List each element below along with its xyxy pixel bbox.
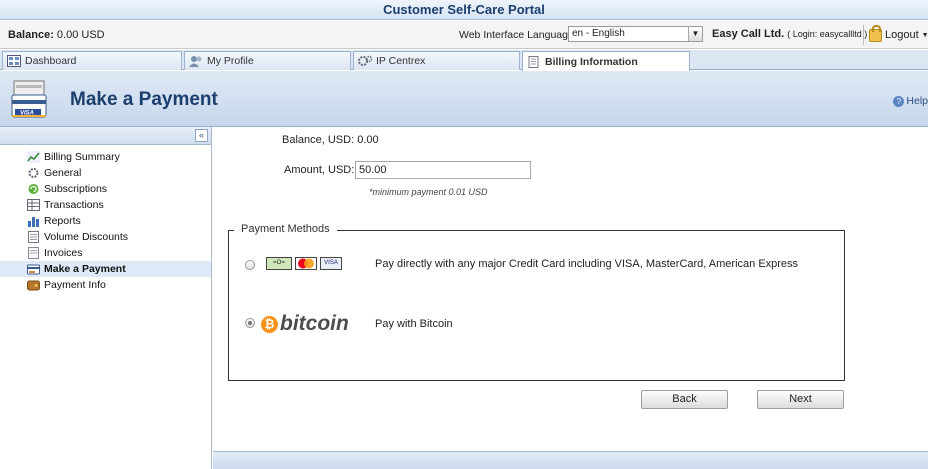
logout-button[interactable]: Logout ▼ — [869, 24, 928, 44]
next-button[interactable]: Next — [757, 390, 844, 409]
footer-bar — [213, 451, 928, 469]
generic-card-icon: =O= — [266, 257, 292, 270]
wallet-icon — [27, 280, 40, 291]
payment-form: Balance, USD: 0.00 Amount, USD: 50.00 *m… — [213, 127, 928, 469]
app-title: Customer Self-Care Portal — [0, 0, 928, 20]
collapse-sidebar-icon[interactable]: « — [195, 129, 208, 142]
page-title: Make a Payment — [70, 89, 218, 110]
sidebar-item-billing-summary[interactable]: Billing Summary — [0, 149, 211, 165]
language-value: en - English — [572, 28, 625, 39]
sidebar-toolbar: « — [0, 127, 211, 145]
sidebar-item-make-a-payment[interactable]: Make a Payment — [0, 261, 211, 277]
sidebar-menu: Billing Summary General Subscriptions Tr… — [0, 149, 211, 293]
user-icon — [189, 56, 202, 67]
tab-label: IP Centrex — [376, 55, 426, 67]
balance-value: 0.00 USD — [56, 29, 105, 41]
payment-methods-legend: Payment Methods — [234, 223, 337, 235]
table-icon — [27, 199, 40, 211]
credit-card-description: Pay directly with any major Credit Card … — [375, 258, 799, 270]
help-icon: ? — [893, 95, 905, 107]
help-link[interactable]: ? Help — [893, 95, 928, 107]
credit-card-icon — [27, 264, 40, 275]
sidebar-item-general[interactable]: General — [0, 165, 211, 181]
refresh-icon — [28, 184, 39, 194]
logout-label: Logout — [885, 29, 919, 41]
page-header: VISA Make a Payment ? Help — [0, 71, 928, 127]
tab-dashboard[interactable]: Dashboard — [2, 51, 182, 70]
sidebar-item-payment-info[interactable]: Payment Info — [0, 277, 211, 293]
chevron-down-icon[interactable]: ▼ — [688, 27, 702, 41]
sidebar-item-transactions[interactable]: Transactions — [0, 197, 211, 213]
bitcoin-wordmark: bitcoin — [280, 312, 349, 335]
document-icon — [528, 55, 539, 68]
help-label: Help — [906, 95, 928, 107]
company-info: Easy Call Ltd. ( Login: easycallltd ) — [712, 28, 867, 40]
chart-icon — [27, 151, 40, 163]
sidebar-item-invoices[interactable]: Invoices — [0, 245, 211, 261]
tab-label: Dashboard — [25, 55, 77, 67]
minimum-payment-hint: *minimum payment 0.01 USD — [369, 187, 488, 197]
divider — [863, 25, 864, 45]
balance-label: Balance: — [8, 29, 54, 41]
language-select[interactable]: en - English ▼ — [568, 26, 703, 42]
language-label: Web Interface Language: — [459, 29, 577, 41]
sidebar-item-subscriptions[interactable]: Subscriptions — [0, 181, 211, 197]
balance-display: Balance: 0.00 USD — [8, 29, 105, 41]
bitcoin-radio[interactable] — [245, 318, 255, 328]
bitcoin-description: Pay with Bitcoin — [375, 318, 453, 330]
bar-chart-icon — [28, 217, 39, 227]
visa-card-icon: VISA — [320, 257, 342, 270]
sidebar: « Billing Summary General Subscriptions … — [0, 127, 212, 469]
bitcoin-icon: ₿ — [261, 315, 278, 333]
invoice-icon — [28, 247, 39, 259]
amount-input[interactable]: 50.00 — [355, 161, 531, 179]
balance-info: Balance, USD: 0.00 — [282, 134, 379, 146]
back-button[interactable]: Back — [641, 390, 728, 409]
tab-bar: Dashboard My Profile IP Centrex Billing … — [0, 50, 928, 71]
dashboard-icon — [7, 55, 21, 67]
payment-methods-group — [228, 230, 845, 381]
credit-card-logos: =O= VISA — [266, 257, 342, 270]
tab-label: Billing Information — [545, 55, 638, 68]
sidebar-item-reports[interactable]: Reports — [0, 213, 211, 229]
credit-card-radio[interactable] — [245, 260, 255, 270]
tab-ip-centrex[interactable]: IP Centrex — [353, 51, 520, 70]
gear-icon — [28, 168, 39, 178]
bitcoin-logo: ₿ bitcoin — [261, 312, 349, 336]
lock-icon — [869, 24, 882, 42]
document-icon — [28, 231, 39, 243]
info-bar: Balance: 0.00 USD Web Interface Language… — [0, 21, 928, 49]
tab-my-profile[interactable]: My Profile — [184, 51, 351, 70]
login-text: ( Login: easycallltd ) — [787, 29, 868, 39]
tab-billing-information[interactable]: Billing Information — [522, 51, 690, 71]
tab-label: My Profile — [207, 55, 254, 67]
amount-label: Amount, USD: — [284, 164, 355, 176]
mastercard-icon — [295, 257, 317, 270]
sidebar-item-volume-discounts[interactable]: Volume Discounts — [0, 229, 211, 245]
gear-icon — [358, 55, 372, 66]
caret-down-icon: ▼ — [921, 31, 928, 39]
company-name: Easy Call Ltd. — [712, 28, 785, 40]
credit-card-icon: VISA — [11, 80, 47, 118]
